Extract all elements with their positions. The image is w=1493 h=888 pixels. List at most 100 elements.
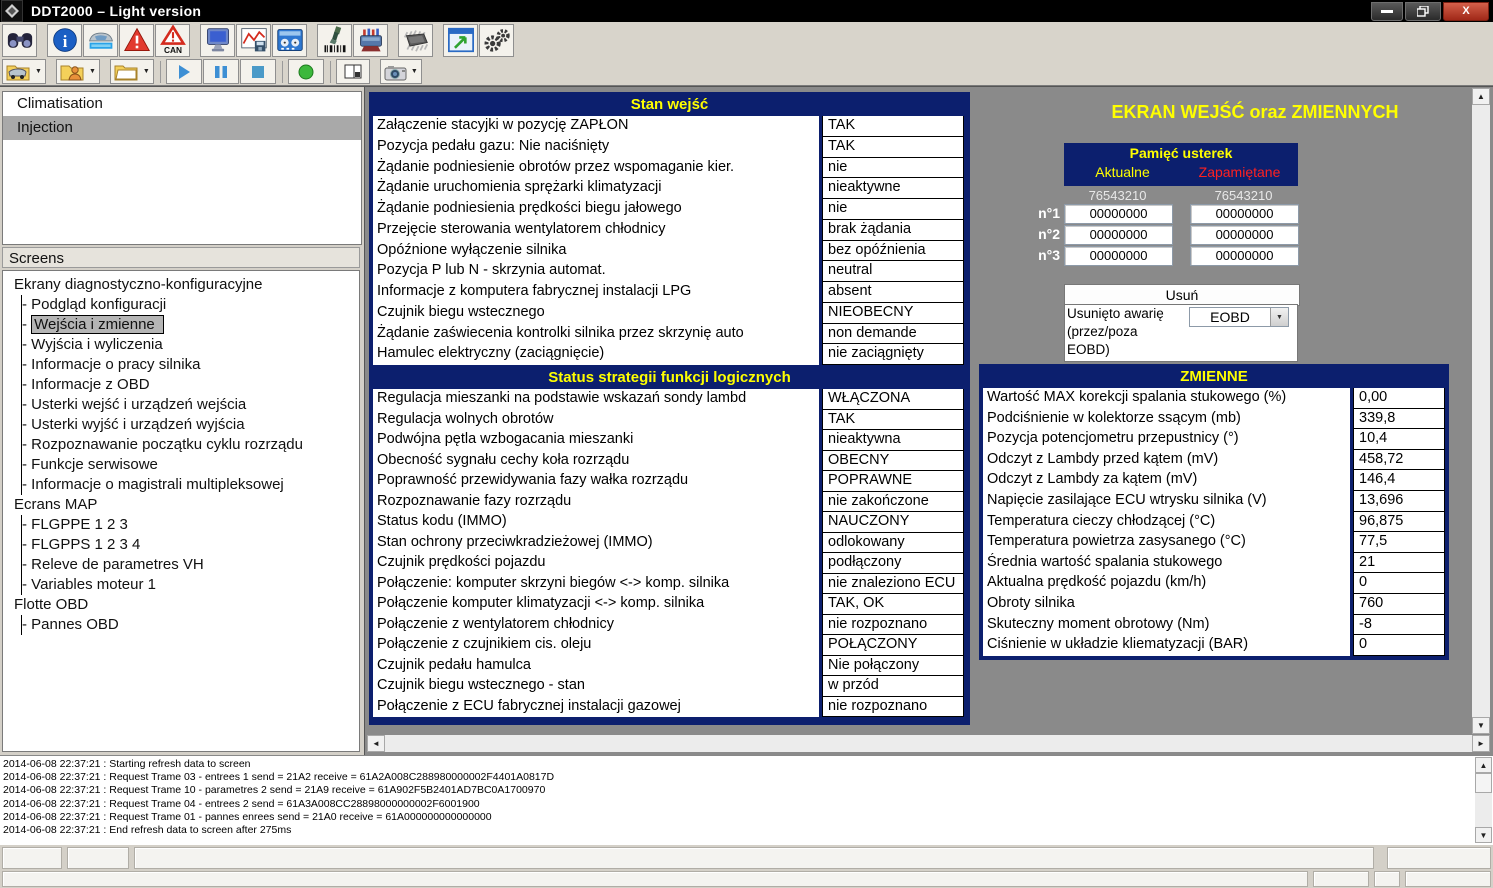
status-panel <box>134 847 1374 869</box>
variable-label: Podciśnienie w kolektorze ssącym (mb) <box>983 409 1350 430</box>
info-icon[interactable]: i <box>47 24 82 57</box>
tree-group-header[interactable]: Ecrans MAP <box>3 495 359 515</box>
io-value: WŁĄCZONA <box>822 389 964 410</box>
vertical-scrollbar[interactable]: ▲ ▼ <box>1472 88 1490 734</box>
io-row: Poprawność przewidywania fazy wałka rozr… <box>373 471 966 492</box>
variable-label: Średnia wartość spalania stukowego <box>983 553 1350 574</box>
io-row: Żądanie podniesienie obrotów przez wspom… <box>373 158 966 179</box>
window-layout-icon[interactable] <box>336 59 370 84</box>
io-value: nieaktywne <box>822 178 964 199</box>
open-folder-icon[interactable]: ▼ <box>110 59 154 84</box>
io-value: nie rozpoznano <box>822 615 964 636</box>
dropdown-arrow-icon[interactable]: ▼ <box>143 68 150 75</box>
can-warning-icon[interactable]: CAN <box>155 24 190 57</box>
io-row: Przejęcie sterowania wentylatorem chłodn… <box>373 220 966 241</box>
tree-group-header[interactable]: Ekrany diagnostyczno-konfiguracyjne <box>3 275 359 295</box>
io-row: Załączenie stacyjki w pozycję ZAPŁON TAK <box>373 116 966 137</box>
injector-sensor-icon[interactable] <box>317 24 352 57</box>
open-vehicle-folder-icon[interactable]: ▼ <box>2 59 46 84</box>
scroll-up-icon[interactable]: ▲ <box>1472 88 1490 105</box>
scroll-right-icon[interactable]: ► <box>1472 735 1490 752</box>
close-button[interactable]: X <box>1443 2 1489 21</box>
connector-icon[interactable] <box>353 24 388 57</box>
io-value: brak żądania <box>822 220 964 241</box>
dropdown-arrow-icon[interactable]: ▼ <box>35 68 42 75</box>
scroll-down-icon[interactable]: ▼ <box>1472 717 1490 734</box>
tree-item[interactable]: Informacje o pracy silnika <box>22 355 359 375</box>
horizontal-scrollbar[interactable]: ◄ ► <box>367 735 1490 752</box>
control-panel-icon[interactable] <box>272 24 307 57</box>
restore-button[interactable] <box>1405 2 1441 21</box>
clear-scope-dropdown[interactable]: EOBD ▼ <box>1189 307 1289 327</box>
inputs-and-logic-panel: Stan wejść Załączenie stacyjki w pozycję… <box>369 92 970 725</box>
io-row: Czujnik pedału hamulca Nie połączony <box>373 656 966 677</box>
tree-item[interactable]: Podgląd konfiguracji <box>22 295 359 315</box>
variable-row: Skuteczny moment obrotowy (Nm) -8 <box>983 615 1445 636</box>
io-label: Połączenie: komputer skrzyni biegów <-> … <box>373 574 819 595</box>
binoculars-search-icon[interactable] <box>2 24 37 57</box>
system-item-climatisation[interactable]: Climatisation <box>3 92 361 116</box>
tree-item-selected[interactable]: Wejścia i zmienne <box>22 315 359 335</box>
tree-item[interactable]: Rozpoznawanie początku cyklu rozrządu <box>22 435 359 455</box>
log-line: 2014-06-08 22:37:21 : Starting refresh d… <box>3 758 1493 771</box>
pause-icon[interactable] <box>203 59 239 84</box>
fault-current-field: 00000000 <box>1064 204 1173 224</box>
system-item-injection[interactable]: Injection <box>3 116 361 140</box>
tree-item[interactable]: Releve de parametres VH <box>22 555 359 575</box>
minimize-button[interactable] <box>1371 2 1403 21</box>
clear-faults-button[interactable]: Usuń <box>1064 284 1300 306</box>
window-expand-icon[interactable] <box>443 24 478 57</box>
tree-item[interactable]: Wyjścia i wyliczenia <box>22 335 359 355</box>
memory-chip-icon[interactable] <box>398 24 433 57</box>
status-panel <box>1405 871 1491 887</box>
tree-item[interactable]: Funkcje serwisowe <box>22 455 359 475</box>
tree-item[interactable]: Informacje o magistrali multipleksowej <box>22 475 359 495</box>
settings-gears-icon[interactable] <box>479 24 514 57</box>
open-user-folder-icon[interactable]: ▼ <box>56 59 100 84</box>
io-row: Opóźnione wyłączenie silnika bez opóźnie… <box>373 241 966 262</box>
dropdown-arrow-icon[interactable]: ▼ <box>89 68 96 75</box>
io-label: Podwójna pętla wzbogacania mieszanki <box>373 430 819 451</box>
tree-group-header[interactable]: Flotte OBD <box>3 595 359 615</box>
io-value: nie <box>822 158 964 179</box>
tree-item[interactable]: Variables moteur 1 <box>22 575 359 595</box>
io-value: NIEOBECNY <box>822 303 964 324</box>
record-icon[interactable] <box>288 59 324 84</box>
tree-item[interactable]: Pannes OBD <box>22 615 359 635</box>
chevron-down-icon[interactable]: ▼ <box>1270 308 1288 326</box>
vehicle-data-icon[interactable] <box>83 24 118 57</box>
snapshot-camera-icon[interactable]: ▼ <box>380 59 422 84</box>
fault-stored-label: Zapamiętane <box>1181 163 1298 181</box>
tree-item[interactable]: FLGPPS 1 2 3 4 <box>22 535 359 555</box>
io-row: Żądanie podniesienia prędkości biegu jał… <box>373 199 966 220</box>
status-panel <box>1313 871 1369 887</box>
dropdown-arrow-icon[interactable]: ▼ <box>411 68 418 75</box>
monitor-icon[interactable] <box>200 24 235 57</box>
warning-triangle-icon[interactable] <box>119 24 154 57</box>
stop-icon[interactable] <box>240 59 276 84</box>
scroll-down-icon[interactable]: ▼ <box>1475 827 1492 843</box>
scroll-up-icon[interactable]: ▲ <box>1475 757 1492 773</box>
variable-label: Odczyt z Lambdy przed kątem (mV) <box>983 450 1350 471</box>
io-value: non demande <box>822 324 964 345</box>
scrollbar-thumb[interactable] <box>1475 773 1492 793</box>
play-icon[interactable] <box>166 59 202 84</box>
io-value: nie zakończone <box>822 492 964 513</box>
graph-record-icon[interactable] <box>236 24 271 57</box>
variable-label: Aktualna prędkość pojazdu (km/h) <box>983 573 1350 594</box>
io-value: neutral <box>822 261 964 282</box>
io-value: TAK <box>822 137 964 158</box>
tree-item[interactable]: Usterki wyjść i urządzeń wyjścia <box>22 415 359 435</box>
log-scrollbar[interactable]: ▲ ▼ <box>1475 757 1492 843</box>
scroll-left-icon[interactable]: ◄ <box>367 735 385 752</box>
tree-item[interactable]: Usterki wejść i urządzeń wejścia <box>22 395 359 415</box>
fault-row-label: n°2 <box>1020 226 1060 242</box>
tree-item[interactable]: Informacje z OBD <box>22 375 359 395</box>
variable-value: 13,696 <box>1353 491 1445 512</box>
log-line: 2014-06-08 22:37:21 : Request Trame 01 -… <box>3 811 1493 824</box>
io-value: TAK <box>822 410 964 431</box>
variable-label: Pozycja potencjometru przepustnicy (°) <box>983 429 1350 450</box>
io-row: Żądanie uruchomienia sprężarki klimatyza… <box>373 178 966 199</box>
tree-item[interactable]: FLGPPE 1 2 3 <box>22 515 359 535</box>
variable-value: 458,72 <box>1353 450 1445 471</box>
